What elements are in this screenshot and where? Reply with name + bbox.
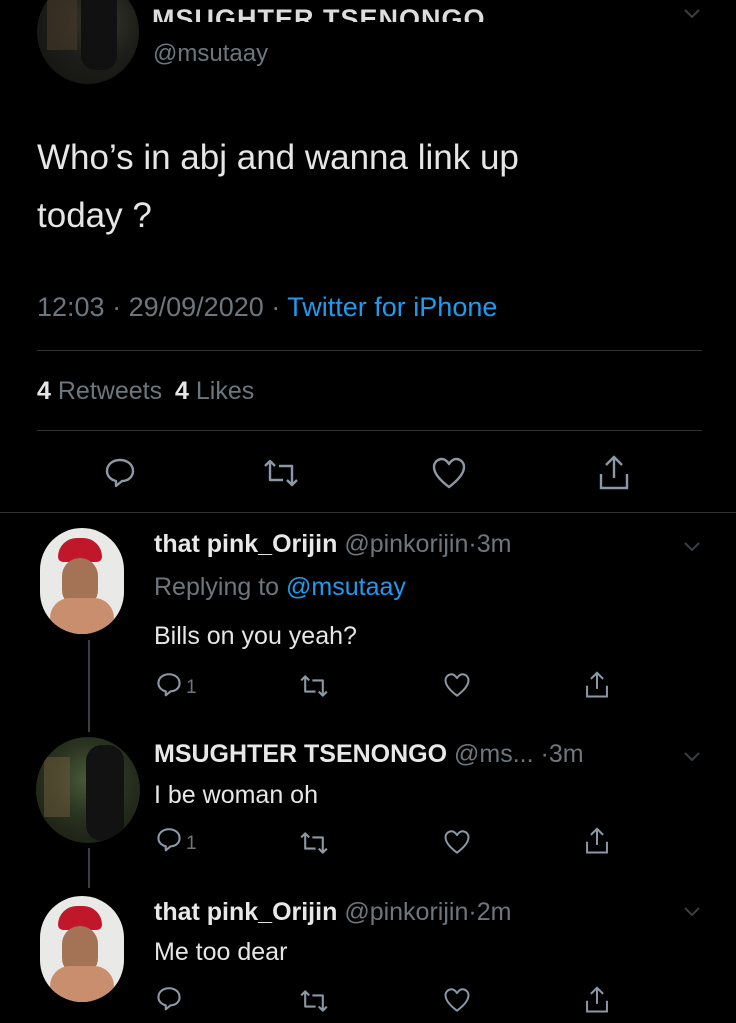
reply-header: MSUGHTER TSENONGO @ms... ·3m: [154, 740, 584, 769]
retweets-stat[interactable]: 4 Retweets: [37, 377, 169, 405]
reply-handle[interactable]: @pinkorijin: [344, 898, 468, 926]
reply-display-name[interactable]: MSUGHTER TSENONGO: [154, 740, 447, 768]
tweet-stats: 4 Retweets 4 Likes: [37, 377, 254, 406]
share-icon[interactable]: [584, 826, 610, 856]
reply-handle[interactable]: @pinkorijin: [344, 530, 468, 558]
main-tweet-meta: 12:03 · 29/09/2020 · Twitter for iPhone: [37, 292, 497, 323]
retweets-label: Retweets: [57, 377, 163, 405]
reply-icon[interactable]: [156, 826, 182, 852]
reply-avatar[interactable]: [40, 528, 124, 634]
main-tweet-handle[interactable]: @msutaay: [153, 40, 268, 68]
main-tweet-text-line1: Who’s in abj and wanna link up: [37, 138, 519, 177]
reply-time: 3m: [548, 740, 584, 768]
divider: [0, 512, 736, 513]
reply-text: Bills on you yeah?: [154, 622, 357, 650]
like-icon[interactable]: [443, 829, 471, 855]
thread-line: [88, 640, 90, 732]
replying-to: Replying to @msutaay: [154, 573, 406, 602]
likes-stat[interactable]: 4 Likes: [175, 377, 254, 405]
chevron-down-icon[interactable]: [683, 751, 701, 763]
reply-avatar[interactable]: [36, 737, 140, 843]
reply-text: I be woman oh: [154, 781, 318, 809]
likes-label: Likes: [195, 377, 255, 405]
meta-separator: ·: [271, 292, 281, 322]
reply-icon[interactable]: [156, 985, 182, 1011]
reply-header: that pink_Orijin @pinkorijin·3m: [154, 530, 511, 559]
tweet-source-link[interactable]: Twitter for iPhone: [287, 292, 497, 322]
reply-header: that pink_Orijin @pinkorijin·2m: [154, 898, 511, 927]
likes-count: 4: [175, 377, 189, 405]
retweet-icon[interactable]: [298, 989, 330, 1013]
reply-count: 1: [186, 833, 197, 854]
main-tweet-text-line2: today ?: [37, 196, 152, 235]
like-icon[interactable]: [443, 672, 471, 698]
share-icon[interactable]: [584, 985, 610, 1015]
share-icon[interactable]: [597, 454, 631, 492]
reply-time: 3m: [476, 530, 512, 558]
reply-display-name[interactable]: that pink_Orijin: [154, 530, 337, 558]
tweet-time: 12:03: [37, 292, 105, 322]
reply-time: 2m: [476, 898, 512, 926]
reply-icon[interactable]: [156, 671, 182, 697]
reply-handle[interactable]: @ms...: [454, 740, 534, 768]
retweets-count: 4: [37, 377, 51, 405]
tweet-date: 29/09/2020: [128, 292, 264, 322]
share-icon[interactable]: [584, 670, 610, 700]
main-tweet-avatar[interactable]: [37, 0, 139, 84]
meta-separator: ·: [468, 898, 477, 926]
meta-separator: ·: [112, 292, 122, 322]
retweet-icon[interactable]: [298, 831, 330, 855]
like-icon[interactable]: [431, 456, 467, 490]
retweet-icon[interactable]: [298, 674, 330, 698]
meta-separator: ·: [468, 530, 477, 558]
replying-to-label: Replying to: [154, 573, 280, 601]
reply-text: Me too dear: [154, 938, 288, 966]
reply-display-name[interactable]: that pink_Orijin: [154, 898, 337, 926]
divider: [37, 350, 702, 351]
meta-separator: ·: [540, 740, 549, 768]
chevron-down-icon[interactable]: [683, 541, 701, 553]
main-tweet-display-name[interactable]: MSUGHTER TSENONGO: [152, 4, 486, 22]
reply-icon[interactable]: [104, 456, 136, 488]
reply-avatar[interactable]: [40, 896, 124, 1002]
replying-to-handle[interactable]: @msutaay: [286, 573, 406, 601]
chevron-down-icon[interactable]: [683, 8, 701, 20]
reply-count: 1: [186, 677, 197, 698]
like-icon[interactable]: [443, 987, 471, 1013]
thread-line: [88, 848, 90, 888]
chevron-down-icon[interactable]: [683, 906, 701, 918]
retweet-icon[interactable]: [261, 458, 301, 488]
divider: [37, 430, 702, 431]
